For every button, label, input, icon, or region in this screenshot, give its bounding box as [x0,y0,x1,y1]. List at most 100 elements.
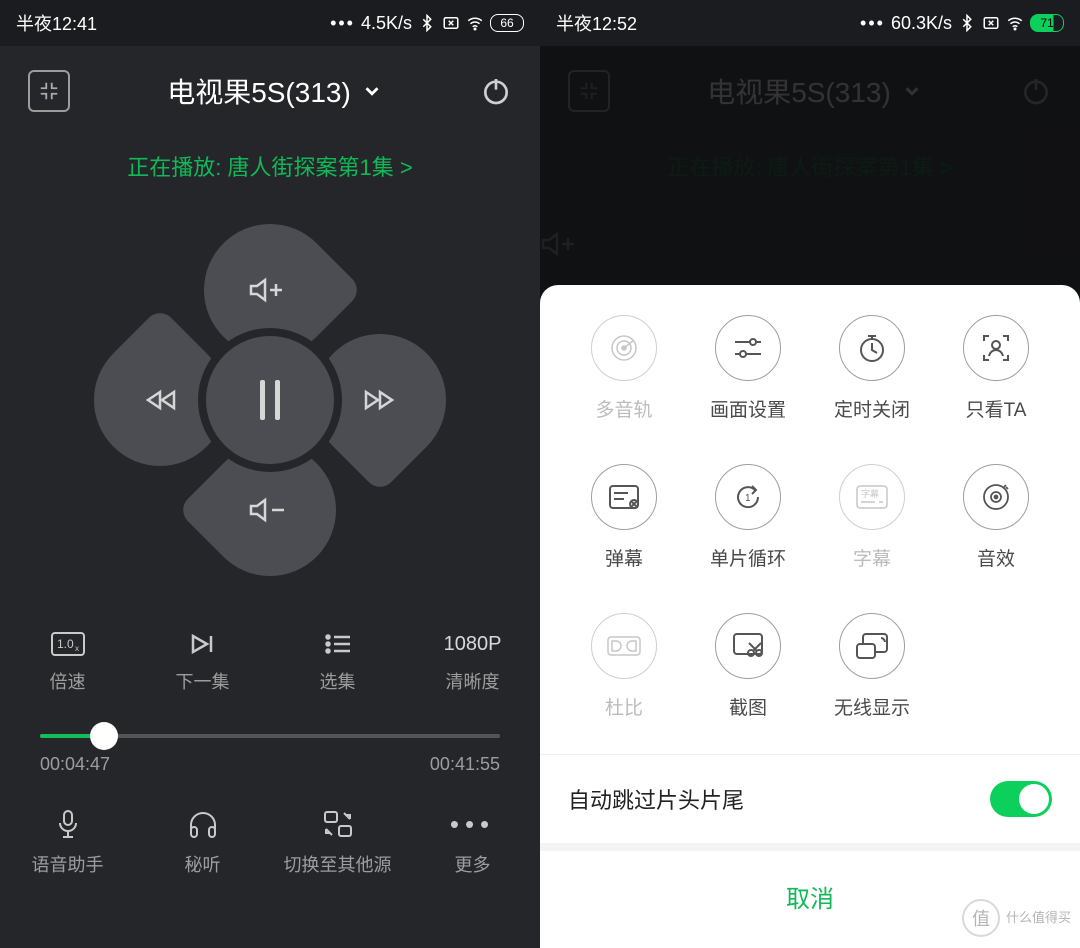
bluetooth-icon [958,14,976,32]
switch-label: 切换至其他源 [284,851,392,877]
option-label: 杜比 [605,693,643,720]
bluetooth-icon [418,14,436,32]
option-label: 画面设置 [710,395,786,422]
listen-label: 秘听 [185,851,221,877]
speed-button[interactable]: 1.0x 倍速 [13,630,123,694]
option-danmu[interactable]: 弹幕 [562,464,686,571]
speed-label: 倍速 [50,668,86,694]
watermark-icon: 值 [962,899,1000,937]
device-selector[interactable]: 电视果5S(313) [167,71,383,111]
quality-button[interactable]: 1080P 清晰度 [418,630,528,694]
quality-value: 1080P [444,630,502,658]
next-icon [189,630,217,658]
voice-label: 语音助手 [32,851,104,877]
rewind-icon [143,388,177,412]
radar-icon [591,315,657,381]
screen-left: 半夜12:41 ••• 4.5K/s 66 电视果5S(313) 正在播放: 唐… [0,0,540,948]
cast-icon [839,613,905,679]
episodes-label: 选集 [320,668,356,694]
dolby-icon [591,613,657,679]
sliders-icon [715,315,781,381]
danmu-icon [591,464,657,530]
voice-button[interactable]: 语音助手 [8,809,128,877]
svg-text:1: 1 [745,493,751,504]
option-subtitle[interactable]: 字幕 字幕 [810,464,934,571]
pause-icon [260,380,280,420]
listen-button[interactable]: 秘听 [143,809,263,877]
fast-forward-icon [363,388,397,412]
option-grid: 多音轨 画面设置 定时关闭 只看TA [540,315,1080,754]
skip-intro-toggle[interactable] [990,781,1052,817]
net-speed: 4.5K/s [361,13,412,34]
switch-icon [322,809,354,841]
svg-text:字幕: 字幕 [861,488,879,499]
chevron-down-icon [361,80,383,102]
status-time: 半夜12:52 [556,10,637,36]
skip-intro-row: 自动跳过片头片尾 [540,755,1080,843]
option-label: 多音轨 [595,395,652,422]
more-label: 更多 [455,851,491,877]
net-speed: 60.3K/s [891,13,952,34]
time-current: 00:04:47 [40,754,110,775]
option-label: 字幕 [853,544,891,571]
mic-icon [55,809,81,841]
status-bar: 半夜12:52 ••• 60.3K/s 71 [540,0,1080,46]
headphones-icon [187,809,219,841]
wifi-icon [1006,14,1024,32]
more-button[interactable]: ••• 更多 [413,809,533,877]
episodes-button[interactable]: 选集 [283,630,393,694]
scissors-icon [715,613,781,679]
option-dolby[interactable]: 杜比 [562,613,686,720]
option-wireless[interactable]: 无线显示 [810,613,934,720]
device-title: 电视果5S(313) [167,71,351,111]
power-button[interactable] [480,75,512,107]
status-time: 半夜12:41 [16,10,97,36]
loop-icon: 1 [715,464,781,530]
quality-label: 清晰度 [446,668,500,694]
option-watch-ta[interactable]: 只看TA [934,315,1058,422]
switch-source-button[interactable]: 切换至其他源 [278,809,398,877]
watermark: 值 什么值得买 [962,896,1072,940]
option-loop[interactable]: 1 单片循环 [686,464,810,571]
option-timer[interactable]: 定时关闭 [810,315,934,422]
close-box-icon [982,14,1000,32]
option-label: 音效 [977,544,1015,571]
progress-slider[interactable] [40,734,500,738]
svg-text:1.0: 1.0 [57,637,74,651]
battery-icon: 66 [490,14,524,32]
power-icon [480,75,512,107]
more-icon: ••• [450,809,495,841]
slider-thumb-icon[interactable] [90,722,118,750]
wifi-icon [466,14,484,32]
shrink-button[interactable] [28,70,70,112]
option-label: 无线显示 [834,693,910,720]
action-sheet: 多音轨 画面设置 定时关闭 只看TA [540,285,1080,948]
now-playing-link[interactable]: 正在播放: 唐人街探案第1集 > [0,122,540,190]
skip-intro-label: 自动跳过片头片尾 [568,783,744,815]
option-label: 定时关闭 [834,395,910,422]
controls-row: 1.0x 倍速 下一集 选集 1080P 清晰度 [0,630,540,694]
option-multi-audio[interactable]: 多音轨 [562,315,686,422]
time-total: 00:41:55 [430,754,500,775]
play-pause-button[interactable] [206,336,334,464]
next-label: 下一集 [176,668,230,694]
dpad [100,230,440,570]
next-episode-button[interactable]: 下一集 [148,630,258,694]
status-bar: 半夜12:41 ••• 4.5K/s 66 [0,0,540,46]
option-screenshot[interactable]: 截图 [686,613,810,720]
option-sound[interactable]: 音效 [934,464,1058,571]
list-icon [324,630,352,658]
screen-right: 半夜12:52 ••• 60.3K/s 71 电视果5S(313) 正在播放: … [540,0,1080,948]
volume-down-icon [248,496,292,524]
sound-icon [963,464,1029,530]
volume-up-icon [248,276,292,304]
option-label: 弹幕 [605,544,643,571]
battery-icon: 71 [1030,14,1064,32]
option-label: 单片循环 [710,544,786,571]
signal-dots-icon: ••• [860,13,885,34]
option-picture[interactable]: 画面设置 [686,315,810,422]
signal-dots-icon: ••• [330,13,355,34]
subtitle-icon: 字幕 [839,464,905,530]
app-header: 电视果5S(313) [0,46,540,122]
shrink-icon [38,80,60,102]
